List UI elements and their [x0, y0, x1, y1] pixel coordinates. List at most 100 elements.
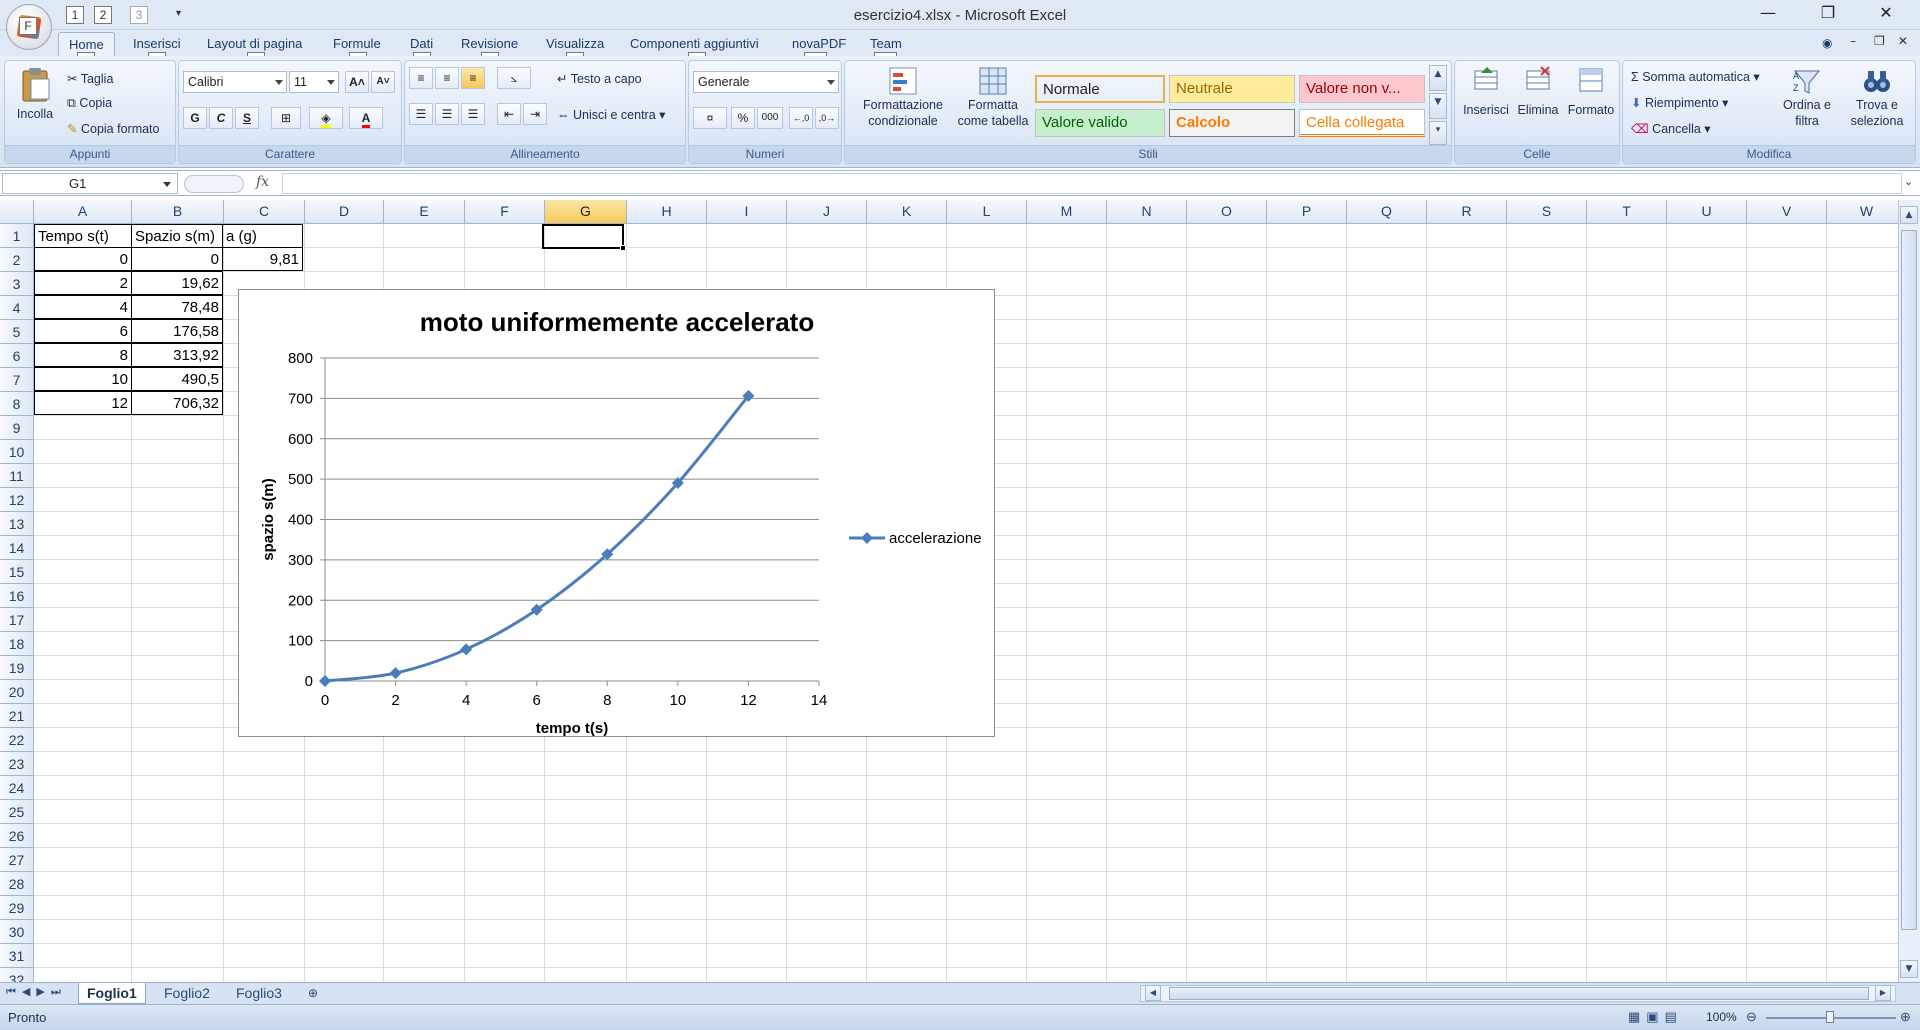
cell-B4[interactable]: 78,48 [131, 295, 223, 319]
style-normale[interactable]: Normale [1035, 75, 1165, 103]
delete-cells-button[interactable]: Elimina [1513, 65, 1563, 117]
column-header-B[interactable]: B [132, 200, 224, 224]
formula-input[interactable] [282, 173, 1902, 194]
column-header-R[interactable]: R [1427, 200, 1507, 224]
styles-scroll-up[interactable]: ▲ [1429, 65, 1447, 91]
scroll-left-button[interactable]: ◀ [1145, 985, 1161, 1001]
cell-C2[interactable]: 9,81 [222, 247, 303, 271]
cell-A5[interactable]: 6 [34, 319, 132, 343]
sheet-tab-foglio3[interactable]: Foglio3 [228, 983, 290, 1004]
doc-minimize-button[interactable]: – [1850, 34, 1856, 48]
row-header-12[interactable]: 12 [0, 488, 34, 512]
align-left-button[interactable]: ☰ [409, 103, 433, 125]
format-painter-button[interactable]: ✎ Copia formato [67, 121, 159, 136]
row-header-15[interactable]: 15 [0, 560, 34, 584]
column-header-O[interactable]: O [1187, 200, 1267, 224]
column-header-I[interactable]: I [707, 200, 787, 224]
zoom-in-button[interactable]: ⊕ [1900, 1009, 1911, 1025]
row-header-6[interactable]: 6 [0, 344, 34, 368]
row-header-16[interactable]: 16 [0, 584, 34, 608]
cell-A8[interactable]: 12 [34, 391, 132, 415]
bold-button[interactable]: G [183, 107, 207, 129]
column-header-U[interactable]: U [1667, 200, 1747, 224]
tab-layout[interactable]: Layout di pagina [207, 36, 302, 51]
insert-cells-button[interactable]: Inserisci [1461, 65, 1511, 117]
row-header-19[interactable]: 19 [0, 656, 34, 680]
percent-button[interactable]: % [731, 107, 755, 129]
chart-object[interactable]: moto uniformemente accelerato 0 100 200 300 4… [238, 289, 995, 737]
column-header-F[interactable]: F [465, 200, 545, 224]
tab-team[interactable]: Team [870, 36, 902, 51]
decrease-indent-button[interactable]: ⇤ [497, 103, 521, 125]
doc-restore-button[interactable]: ❐ [1874, 34, 1885, 48]
column-header-D[interactable]: D [305, 200, 384, 224]
borders-button[interactable]: ⊞ [271, 107, 301, 129]
column-header-W[interactable]: W [1827, 200, 1898, 224]
row-header-14[interactable]: 14 [0, 536, 34, 560]
name-box[interactable]: G1 [2, 173, 178, 194]
align-top-button[interactable]: ≡ [409, 67, 433, 89]
column-header-G[interactable]: G [545, 200, 627, 224]
scroll-up-button[interactable]: ▲ [1900, 206, 1918, 224]
increase-indent-button[interactable]: ⇥ [523, 103, 547, 125]
row-header-28[interactable]: 28 [0, 872, 34, 896]
doc-close-button[interactable]: ✕ [1898, 34, 1908, 48]
tab-inserisci[interactable]: Inserisci [133, 36, 181, 51]
find-select-button[interactable]: Trova e seleziona [1843, 65, 1911, 129]
formula-bar-divider[interactable] [184, 175, 244, 193]
font-family-select[interactable]: Calibri [183, 71, 287, 93]
cell-B8[interactable]: 706,32 [131, 391, 223, 415]
scroll-right-button[interactable]: ▶ [1875, 985, 1891, 1001]
decrease-decimal-button[interactable]: ,0→ [815, 107, 839, 129]
tab-dati[interactable]: Dati [410, 36, 433, 51]
zoom-slider-thumb[interactable] [1826, 1011, 1834, 1023]
cell-A4[interactable]: 4 [34, 295, 132, 319]
row-header-23[interactable]: 23 [0, 752, 34, 776]
horizontal-scroll-thumb[interactable] [1169, 987, 1869, 1000]
sheet-nav-icons[interactable]: ⏮◀▶⏭ [6, 985, 67, 999]
row-header-21[interactable]: 21 [0, 704, 34, 728]
row-header-20[interactable]: 20 [0, 680, 34, 704]
style-neutrale[interactable]: Neutrale [1169, 75, 1295, 103]
autosum-button[interactable]: Σ Somma automatica ▾ [1631, 69, 1760, 84]
view-buttons[interactable]: ▦▣▤ [1628, 1009, 1683, 1025]
column-header-J[interactable]: J [787, 200, 867, 224]
qat-save-tip[interactable]: 1 [66, 6, 84, 24]
column-header-T[interactable]: T [1587, 200, 1667, 224]
align-center-button[interactable]: ☰ [435, 103, 459, 125]
tab-novapdf[interactable]: novaPDF [792, 36, 846, 51]
row-header-4[interactable]: 4 [0, 296, 34, 320]
grow-font-button[interactable]: A˄ [345, 71, 369, 93]
copy-button[interactable]: ⧉ Copia [67, 96, 112, 111]
align-bottom-button[interactable]: ≡ [461, 67, 485, 89]
row-header-31[interactable]: 31 [0, 944, 34, 968]
column-header-P[interactable]: P [1267, 200, 1347, 224]
qat-undo-tip[interactable]: 2 [94, 6, 112, 24]
column-header-M[interactable]: M [1027, 200, 1107, 224]
vertical-scroll-thumb[interactable] [1901, 230, 1917, 930]
column-header-Q[interactable]: Q [1347, 200, 1427, 224]
cell-B6[interactable]: 313,92 [131, 343, 223, 367]
number-format-select[interactable]: Generale [693, 71, 839, 93]
fill-handle[interactable] [620, 245, 626, 251]
style-valore-valido[interactable]: Valore valido [1035, 109, 1165, 137]
row-header-13[interactable]: 13 [0, 512, 34, 536]
column-header-L[interactable]: L [947, 200, 1027, 224]
styles-more[interactable]: ▾ [1429, 121, 1447, 145]
sheet-tab-foglio1[interactable]: Foglio1 [78, 983, 146, 1004]
sheet-tab-foglio2[interactable]: Foglio2 [156, 983, 218, 1004]
cell-B5[interactable]: 176,58 [131, 319, 223, 343]
help-icon[interactable]: ◉ [1822, 36, 1832, 50]
row-header-26[interactable]: 26 [0, 824, 34, 848]
paste-button[interactable]: Incolla [11, 67, 59, 121]
row-header-5[interactable]: 5 [0, 320, 34, 344]
underline-button[interactable]: S [235, 107, 259, 129]
font-size-select[interactable]: 11 [289, 71, 339, 93]
insert-function-icon[interactable]: fx [256, 174, 269, 190]
horizontal-scrollbar[interactable]: ◀ ▶ [1140, 985, 1896, 1002]
column-header-K[interactable]: K [867, 200, 947, 224]
cell-B7[interactable]: 490,5 [131, 367, 223, 391]
scroll-down-button[interactable]: ▼ [1900, 960, 1918, 978]
align-middle-button[interactable]: ≡ [435, 67, 459, 89]
cell-B3[interactable]: 19,62 [131, 271, 223, 295]
